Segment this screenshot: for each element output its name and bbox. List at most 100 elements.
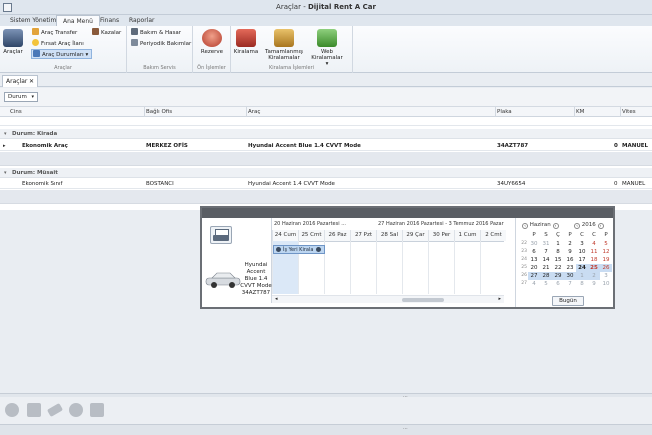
calendar-day[interactable]: 24 bbox=[576, 264, 588, 272]
timeline-scrollbar[interactable]: ◂ ▸ bbox=[272, 295, 504, 303]
calendar-day[interactable]: 10 bbox=[576, 248, 588, 256]
delete-icon[interactable] bbox=[69, 403, 83, 417]
add-icon[interactable] bbox=[5, 403, 19, 417]
tab-raporlar[interactable]: Raporlar bbox=[123, 15, 160, 26]
arac-durumlari-button[interactable]: Araç Durumları ▾ bbox=[31, 49, 93, 59]
day-header[interactable]: 25 Cmt bbox=[298, 230, 324, 241]
column-header-plaka[interactable]: Plaka bbox=[497, 109, 512, 115]
calendar-day[interactable]: 25 bbox=[588, 264, 600, 272]
next-year-icon[interactable]: › bbox=[597, 223, 604, 229]
tab-sistem-yonetimi[interactable]: Sistem Yönetimi bbox=[4, 15, 64, 26]
scheduler-timeline[interactable]: 20 Haziran 2016 Pazartesi ... 27 Haziran… bbox=[272, 218, 506, 294]
scroll-right-icon[interactable]: ▸ bbox=[498, 296, 501, 302]
calendar-day[interactable]: 20 bbox=[528, 264, 540, 272]
column-header-cins[interactable]: Cins bbox=[10, 109, 22, 115]
day-column[interactable] bbox=[350, 241, 376, 294]
rezerve-button[interactable]: Rezerve bbox=[198, 29, 226, 55]
prev-month-icon[interactable]: ‹ bbox=[522, 223, 528, 229]
calendar-day[interactable]: 26 bbox=[600, 264, 612, 272]
scroll-left-icon[interactable]: ◂ bbox=[275, 296, 278, 302]
tab-finans[interactable]: Finans bbox=[94, 15, 125, 26]
doc-tab-araclar[interactable]: Araçlar ✕ bbox=[2, 75, 38, 87]
day-header[interactable]: 30 Per bbox=[428, 230, 454, 241]
calendar-day[interactable]: 6 bbox=[528, 248, 540, 256]
day-column[interactable] bbox=[402, 241, 428, 294]
firsat-arac-ilani-button[interactable]: Fırsat Araç İlanı bbox=[32, 39, 84, 47]
calendar-day[interactable]: 1 bbox=[576, 272, 588, 280]
calendar-day[interactable]: 10 bbox=[600, 280, 612, 288]
calendar-day[interactable]: 5 bbox=[600, 240, 612, 248]
calendar-day[interactable]: 19 bbox=[600, 256, 612, 264]
calendar-day[interactable]: 7 bbox=[540, 248, 552, 256]
grid-filter-row[interactable] bbox=[0, 117, 652, 126]
copy-icon[interactable] bbox=[27, 403, 41, 417]
next-month-icon[interactable]: › bbox=[552, 223, 559, 229]
prev-year-icon[interactable]: ‹ bbox=[574, 223, 580, 229]
day-column[interactable] bbox=[376, 241, 402, 294]
day-column[interactable] bbox=[480, 241, 506, 294]
calendar-day[interactable]: 29 bbox=[552, 272, 564, 280]
day-header[interactable]: 28 Sal bbox=[376, 230, 402, 241]
day-header[interactable]: 2 Cmt bbox=[480, 230, 506, 241]
kiralama-button[interactable]: Kiralama bbox=[233, 29, 259, 55]
calendar-day[interactable]: 17 bbox=[576, 256, 588, 264]
collapse-icon[interactable]: ▾ bbox=[4, 131, 7, 137]
calendar-day[interactable]: 9 bbox=[564, 248, 576, 256]
column-header-vites[interactable]: Vites bbox=[622, 109, 636, 115]
edit-icon[interactable] bbox=[46, 403, 64, 417]
close-icon[interactable]: ✕ bbox=[29, 78, 34, 85]
day-header[interactable]: 1 Cum bbox=[454, 230, 480, 241]
calendar-day[interactable]: 3 bbox=[600, 272, 612, 280]
calendar-day[interactable]: 21 bbox=[540, 264, 552, 272]
scrollbar-thumb[interactable] bbox=[402, 298, 444, 302]
calendar-day[interactable]: 16 bbox=[564, 256, 576, 264]
tamamlanmis-kiralamalar-button[interactable]: Tamamlanmış Kiralamalar bbox=[265, 29, 303, 61]
calendar-day[interactable]: 4 bbox=[588, 240, 600, 248]
column-header-bagli-ofis[interactable]: Bağlı Ofis bbox=[146, 109, 172, 115]
day-header[interactable]: 26 Paz bbox=[324, 230, 350, 241]
group-row-musait[interactable]: ▾ Durum: Müsait bbox=[0, 168, 652, 178]
save-icon[interactable] bbox=[90, 403, 104, 417]
group-row-kirada[interactable]: ▾ Durum: Kirada bbox=[0, 129, 652, 139]
group-chip-durum[interactable]: Durum ▾ bbox=[4, 92, 38, 102]
calendar-day[interactable]: 15 bbox=[552, 256, 564, 264]
table-row[interactable]: Ekonomik Sınıf BOSTANCI Hyundai Accent 1… bbox=[0, 179, 652, 189]
kazalar-button[interactable]: Kazalar bbox=[92, 28, 121, 36]
printer-icon[interactable] bbox=[210, 226, 232, 244]
web-kiralamalar-button[interactable]: Web Kiralamalar ▾ bbox=[307, 29, 347, 67]
column-header-arac[interactable]: Araç bbox=[248, 109, 260, 115]
calendar-day[interactable]: 9 bbox=[588, 280, 600, 288]
day-column[interactable] bbox=[428, 241, 454, 294]
calendar-day[interactable]: 13 bbox=[528, 256, 540, 264]
calendar-day[interactable]: 14 bbox=[540, 256, 552, 264]
calendar-day[interactable]: 27 bbox=[528, 272, 540, 280]
today-button[interactable]: Bugün bbox=[552, 296, 584, 306]
calendar-day[interactable]: 12 bbox=[600, 248, 612, 256]
calendar-day[interactable]: 1 bbox=[552, 240, 564, 248]
calendar-day[interactable]: 5 bbox=[540, 280, 552, 288]
araclar-button[interactable]: Araçlar bbox=[2, 29, 24, 55]
calendar-day[interactable]: 3 bbox=[576, 240, 588, 248]
bakim-hasar-button[interactable]: Bakım & Hasar bbox=[131, 28, 181, 36]
arac-transfer-button[interactable]: Araç Transfer bbox=[32, 28, 77, 36]
calendar-day[interactable]: 6 bbox=[552, 280, 564, 288]
calendar-day[interactable]: 22 bbox=[552, 264, 564, 272]
calendar-day[interactable]: 23 bbox=[564, 264, 576, 272]
calendar-day[interactable]: 11 bbox=[588, 248, 600, 256]
appointment[interactable]: İş Yeri Kirala bbox=[273, 245, 325, 254]
calendar-day[interactable]: 8 bbox=[552, 248, 564, 256]
day-header[interactable]: 29 Çar bbox=[402, 230, 428, 241]
calendar-day[interactable]: 28 bbox=[540, 272, 552, 280]
table-row[interactable]: ▸ Ekonomik Araç MERKEZ OFİS Hyundai Acce… bbox=[0, 141, 652, 151]
calendar-day[interactable]: 30 bbox=[528, 240, 540, 248]
periyodik-bakimlar-button[interactable]: Periyodik Bakımlar bbox=[131, 39, 191, 47]
calendar-day[interactable]: 8 bbox=[576, 280, 588, 288]
column-header-km[interactable]: KM bbox=[576, 109, 584, 115]
day-column[interactable] bbox=[324, 241, 350, 294]
calendar-day[interactable]: 4 bbox=[528, 280, 540, 288]
day-header[interactable]: 27 Pzt bbox=[350, 230, 376, 241]
day-column[interactable] bbox=[454, 241, 480, 294]
calendar-day[interactable]: 2 bbox=[564, 240, 576, 248]
day-header[interactable]: 24 Cum bbox=[272, 230, 298, 241]
calendar-day[interactable]: 7 bbox=[564, 280, 576, 288]
